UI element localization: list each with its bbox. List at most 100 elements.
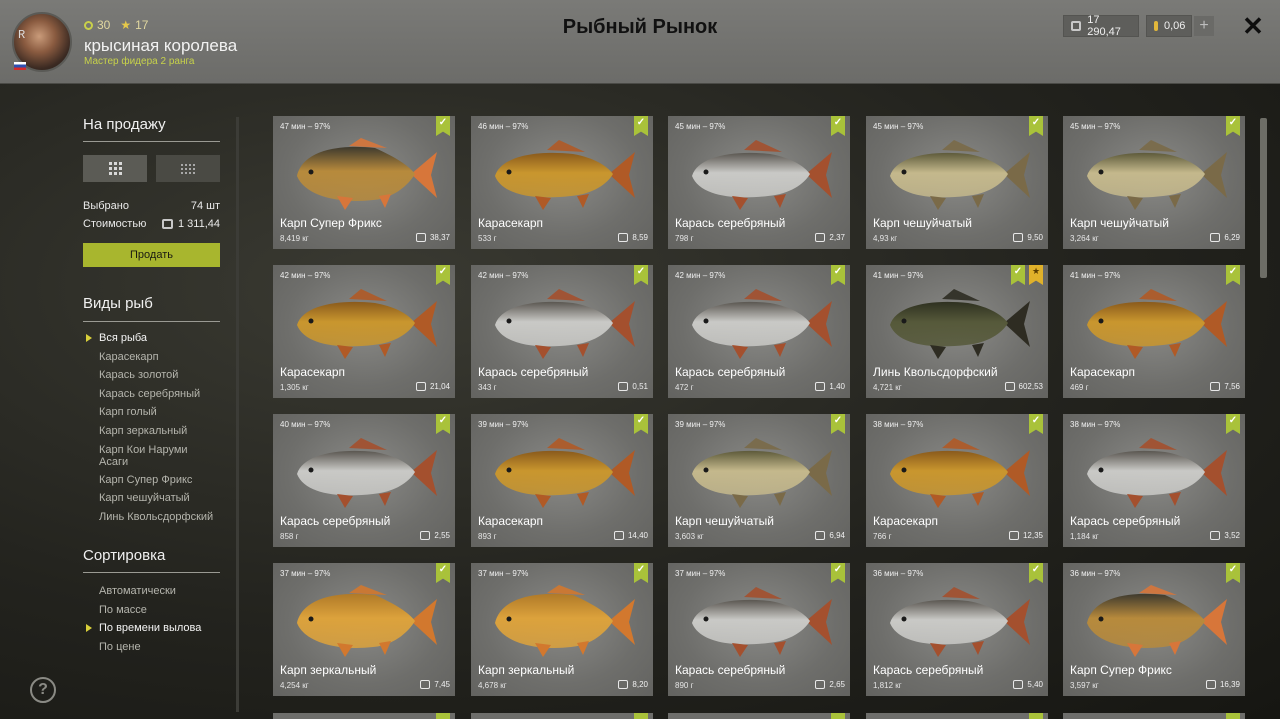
- fish-price-value: 14,40: [627, 531, 648, 540]
- fish-weight: 8,419 кг: [280, 234, 309, 243]
- silver-coin-icon: [815, 382, 826, 391]
- selected-check-icon[interactable]: ✓: [831, 265, 845, 285]
- selected-check-icon[interactable]: [436, 713, 450, 719]
- selected-check-icon[interactable]: [1029, 713, 1043, 719]
- sort-option[interactable]: По времени вылова: [85, 619, 201, 638]
- divider: [83, 572, 220, 573]
- fish-price: 7,56: [1210, 382, 1240, 391]
- selected-check-icon[interactable]: ✓: [634, 563, 648, 583]
- silver-coin-icon: [1004, 382, 1015, 391]
- divider: [83, 321, 220, 322]
- close-button[interactable]: ✕: [1241, 13, 1265, 39]
- fish-card[interactable]: 37 мин – 97% ✓ Карась серебряный 890 г 2…: [668, 563, 850, 696]
- fish-card-partial[interactable]: [1063, 713, 1245, 719]
- fish-price-value: 7,56: [1224, 382, 1240, 391]
- fish-name: Линь Квольсдорфский: [873, 365, 998, 379]
- silver-coin-icon: [618, 382, 629, 391]
- fish-name: Карп чешуйчатый: [873, 216, 972, 230]
- silver-coin-icon: [815, 531, 826, 540]
- selected-check-icon[interactable]: ✓: [634, 116, 648, 136]
- fish-weight: 3,597 кг: [1070, 681, 1099, 690]
- fish-card[interactable]: 46 мин – 97% ✓ Карасекарп 533 г 8,59: [471, 116, 653, 249]
- fish-card[interactable]: 45 мин – 97% ✓ Карась серебряный 798 г 2…: [668, 116, 850, 249]
- sort-option[interactable]: По цене: [99, 638, 201, 657]
- fish-card[interactable]: 38 мин – 97% ✓ Карась серебряный 1,184 к…: [1063, 414, 1245, 547]
- fish-card[interactable]: 45 мин – 97% ✓ Карп чешуйчатый 4,93 кг 9…: [866, 116, 1048, 249]
- fish-card[interactable]: 41 мин – 97% ✓ Карасекарп 469 г 7,56: [1063, 265, 1245, 398]
- fish-image: [297, 289, 437, 359]
- fish-name: Карасекарп: [1070, 365, 1136, 379]
- fish-filter-item[interactable]: Карась золотой: [99, 366, 213, 385]
- selected-check-icon[interactable]: ✓: [831, 414, 845, 434]
- fish-card[interactable]: 42 мин – 97% ✓ Карась серебряный 472 г 1…: [668, 265, 850, 398]
- large-grid-view-button[interactable]: [83, 155, 147, 182]
- sort-option[interactable]: Автоматически: [99, 582, 201, 601]
- fish-card[interactable]: 42 мин – 97% ✓ Карась серебряный 343 г 0…: [471, 265, 653, 398]
- fish-name: Карп чешуйчатый: [1070, 216, 1169, 230]
- add-gold-button[interactable]: +: [1194, 16, 1214, 36]
- selected-check-icon[interactable]: [1226, 713, 1240, 719]
- fish-filter-item[interactable]: Карп голый: [99, 403, 213, 422]
- fish-price: 2,55: [420, 531, 450, 540]
- fish-filter-item[interactable]: Карась серебряный: [99, 385, 213, 404]
- silver-coin-icon: [815, 680, 826, 689]
- selected-check-icon[interactable]: ✓: [1226, 414, 1240, 434]
- selected-check-icon[interactable]: ✓: [436, 563, 450, 583]
- selected-check-icon[interactable]: ✓: [831, 116, 845, 136]
- fish-filter-item[interactable]: Карасекарп: [99, 348, 213, 367]
- fish-card[interactable]: 37 мин – 97% ✓ Карп зеркальный 4,678 кг …: [471, 563, 653, 696]
- favorite-star-icon[interactable]: ★: [1029, 265, 1043, 285]
- selected-check-icon[interactable]: ✓: [1011, 265, 1025, 285]
- fish-card-partial[interactable]: [471, 713, 653, 719]
- fish-filter-item[interactable]: Карп зеркальный: [99, 422, 213, 441]
- selected-check-icon[interactable]: ✓: [634, 265, 648, 285]
- scrollbar-thumb[interactable]: [1260, 118, 1267, 278]
- fish-card[interactable]: 36 мин – 97% ✓ Карп Супер Фрикс 3,597 кг…: [1063, 563, 1245, 696]
- fish-weight: 798 г: [675, 234, 694, 243]
- silver-coin-icon: [1008, 531, 1019, 540]
- fish-filter-item[interactable]: Карп Супер Фрикс: [99, 471, 213, 490]
- fish-card[interactable]: 41 мин – 97% ✓ ★ Линь Квольсдорфский 4,7…: [866, 265, 1048, 398]
- fish-filter-item[interactable]: Карп чешуйчатый: [99, 489, 213, 508]
- selected-check-icon[interactable]: ✓: [1226, 116, 1240, 136]
- player-rank: Мастер фидера 2 ранга: [84, 56, 195, 67]
- fish-filter-all[interactable]: Вся рыба: [85, 329, 213, 348]
- sort-option[interactable]: По массе: [99, 601, 201, 620]
- fish-filter-item[interactable]: Карп Кои Наруми Асаги: [99, 444, 204, 468]
- fish-image: [495, 140, 635, 210]
- selected-check-icon[interactable]: ✓: [1029, 414, 1043, 434]
- fish-card[interactable]: 42 мин – 97% ✓ Карасекарп 1,305 кг 21,04: [273, 265, 455, 398]
- fish-card[interactable]: 36 мин – 97% ✓ Карась серебряный 1,812 к…: [866, 563, 1048, 696]
- fish-price: 9,50: [1013, 233, 1043, 242]
- fish-card-partial[interactable]: [273, 713, 455, 719]
- fish-card-partial[interactable]: [866, 713, 1048, 719]
- fish-filter-item[interactable]: Линь Квольсдорфский: [99, 508, 213, 527]
- fish-card[interactable]: 37 мин – 97% ✓ Карп зеркальный 4,254 кг …: [273, 563, 455, 696]
- fish-card[interactable]: 47 мин – 97% ✓ Карп Супер Фрикс 8,419 кг…: [273, 116, 455, 249]
- fish-card[interactable]: 39 мин – 97% ✓ Карп чешуйчатый 3,603 кг …: [668, 414, 850, 547]
- sell-button[interactable]: Продать: [83, 243, 220, 267]
- selected-check-icon[interactable]: ✓: [436, 414, 450, 434]
- selected-check-icon[interactable]: ✓: [1226, 563, 1240, 583]
- fish-image: [1087, 585, 1227, 657]
- fish-price: 7,45: [420, 680, 450, 689]
- selected-check-icon[interactable]: ✓: [831, 563, 845, 583]
- fish-card-partial[interactable]: [668, 713, 850, 719]
- fish-card[interactable]: 45 мин – 97% ✓ Карп чешуйчатый 3,264 кг …: [1063, 116, 1245, 249]
- small-grid-view-button[interactable]: [156, 155, 220, 182]
- fish-image: [890, 289, 1030, 359]
- selected-check-icon[interactable]: ✓: [634, 414, 648, 434]
- selected-check-icon[interactable]: [634, 713, 648, 719]
- selected-check-icon[interactable]: ✓: [436, 116, 450, 136]
- fish-card[interactable]: 39 мин – 97% ✓ Карасекарп 893 г 14,40: [471, 414, 653, 547]
- selected-check-icon[interactable]: ✓: [436, 265, 450, 285]
- fish-card[interactable]: 40 мин – 97% ✓ Карась серебряный 858 г 2…: [273, 414, 455, 547]
- selected-check-icon[interactable]: [831, 713, 845, 719]
- selected-check-icon[interactable]: ✓: [1029, 116, 1043, 136]
- help-button[interactable]: ?: [30, 677, 56, 703]
- selected-check-icon[interactable]: ✓: [1226, 265, 1240, 285]
- catch-time: 42 мин – 97%: [280, 271, 331, 280]
- selected-check-icon[interactable]: ✓: [1029, 563, 1043, 583]
- fish-card[interactable]: 38 мин – 97% ✓ Карасекарп 766 г 12,35: [866, 414, 1048, 547]
- fish-types-heading: Виды рыб: [83, 295, 153, 312]
